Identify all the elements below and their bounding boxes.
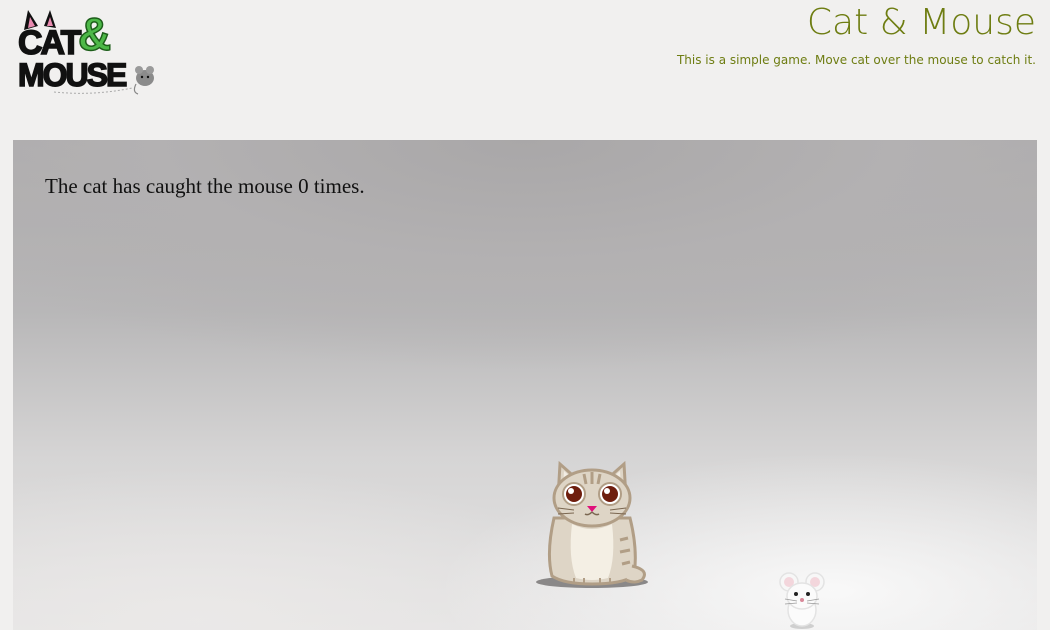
page-subtitle: This is a simple game. Move cat over the… [676,53,1036,67]
game-area[interactable]: The cat has caught the mouse 0 times. [13,140,1037,630]
site-logo: CAT & MOUSE [14,4,164,96]
score-text: The cat has caught the mouse 0 times. [45,174,365,198]
logo-icon: CAT & MOUSE [17,7,154,95]
mouse-sprite[interactable] [777,572,827,630]
logo-ampersand: & [78,8,111,60]
logo-word-mouse: MOUSE [18,57,127,93]
mouse-icon [779,572,825,629]
page-title: Cat & Mouse [806,2,1036,43]
cat-sprite[interactable] [534,458,650,590]
cat-icon [536,460,648,588]
